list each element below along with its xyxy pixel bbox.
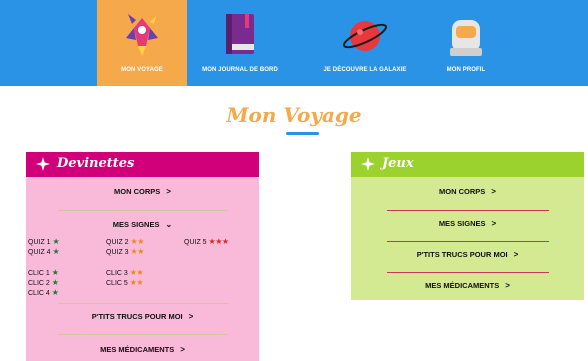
- devinettes-medicaments[interactable]: MES MÉDICAMENTS >: [26, 345, 259, 354]
- nav-label: MON PROFIL: [446, 67, 486, 73]
- divider: [387, 241, 549, 242]
- star-icon: ★★: [129, 268, 144, 277]
- nav-label: JE DÉCOUVRE LA GALAXIE: [323, 67, 407, 73]
- clic-item[interactable]: CLIC 1 ★: [28, 268, 59, 277]
- sparkle-icon: [36, 157, 50, 171]
- jeux-header: Jeux: [351, 152, 584, 177]
- quiz-item[interactable]: QUIZ 5 ★★★: [184, 237, 229, 246]
- planet-icon: [343, 21, 387, 51]
- row-label: MES SIGNES: [438, 219, 486, 228]
- chevron-right-icon: >: [513, 250, 519, 259]
- star-icon: ★: [51, 288, 59, 297]
- divider: [387, 210, 549, 211]
- star-icon: ★★★: [208, 237, 230, 246]
- chevron-right-icon: >: [491, 219, 497, 228]
- chevron-right-icon: >: [505, 281, 510, 290]
- nav-item-mon-voyage[interactable]: MON VOYAGE: [97, 0, 187, 86]
- quiz-item[interactable]: QUIZ 2 ★★: [106, 237, 144, 246]
- star-icon: ★★: [129, 278, 144, 287]
- nav-label: MON VOYAGE: [121, 67, 163, 73]
- divider: [387, 272, 549, 273]
- chevron-right-icon: >: [491, 187, 496, 196]
- row-label: P'TITS TRUCS POUR MOI: [416, 250, 508, 259]
- row-label: P'TITS TRUCS POUR MOI: [91, 312, 183, 321]
- star-icon: ★: [52, 237, 60, 246]
- chevron-right-icon: >: [166, 187, 171, 196]
- row-label: MON CORPS: [439, 187, 486, 196]
- jeux-mon-corps[interactable]: MON CORPS >: [351, 187, 584, 196]
- chevron-right-icon: >: [180, 345, 185, 354]
- devinettes-panel: Devinettes MON CORPS > MES SIGNES ⌄ QUIZ 1…: [26, 152, 259, 361]
- book-icon: [226, 14, 254, 54]
- quiz-item[interactable]: QUIZ 4 ★: [28, 247, 60, 256]
- astronaut-helmet-icon: [450, 20, 482, 56]
- divider: [58, 334, 228, 335]
- rocket-icon: [126, 14, 158, 56]
- devinettes-mes-signes[interactable]: MES SIGNES ⌄: [26, 220, 259, 229]
- row-label: MON CORPS: [114, 187, 161, 196]
- nav-item-galaxie[interactable]: JE DÉCOUVRE LA GALAXIE: [320, 0, 410, 86]
- nav-item-journal[interactable]: MON JOURNAL DE BORD: [195, 0, 285, 86]
- devinettes-header: Devinettes: [26, 152, 259, 177]
- jeux-panel: Jeux MON CORPS > MES SIGNES > P'TITS TRUCS…: [351, 152, 584, 300]
- star-icon: ★: [51, 278, 59, 287]
- chevron-right-icon: >: [188, 312, 194, 321]
- jeux-trucs[interactable]: P'TITS TRUCS POUR MOI >: [351, 250, 584, 259]
- nav-label: MON JOURNAL DE BORD: [202, 67, 278, 73]
- jeux-medicaments[interactable]: MES MÉDICAMENTS >: [351, 281, 584, 290]
- chevron-down-icon: ⌄: [165, 220, 173, 229]
- clic-item[interactable]: CLIC 3 ★★: [106, 268, 144, 277]
- row-label: MES MÉDICAMENTS: [100, 345, 175, 354]
- star-icon: ★: [52, 247, 60, 256]
- quiz-item[interactable]: QUIZ 3 ★★: [106, 247, 144, 256]
- star-icon: ★: [51, 268, 59, 277]
- sparkle-icon: [361, 157, 375, 171]
- jeux-mes-signes[interactable]: MES SIGNES >: [351, 219, 584, 228]
- nav-item-profil[interactable]: MON PROFIL: [421, 0, 511, 86]
- row-label: MES SIGNES: [112, 220, 160, 229]
- page-title: Mon Voyage: [226, 103, 362, 127]
- devinettes-mon-corps[interactable]: MON CORPS >: [26, 187, 259, 196]
- star-icon: ★★: [130, 247, 145, 256]
- clic-item[interactable]: CLIC 2 ★: [28, 278, 59, 287]
- quiz-item[interactable]: QUIZ 1 ★: [28, 237, 60, 246]
- star-icon: ★★: [130, 237, 145, 246]
- divider: [58, 210, 228, 211]
- divider: [58, 303, 228, 304]
- row-label: MES MÉDICAMENTS: [425, 281, 500, 290]
- devinettes-trucs[interactable]: P'TITS TRUCS POUR MOI >: [26, 312, 259, 321]
- title-underline: [286, 132, 319, 135]
- clic-item[interactable]: CLIC 5 ★★: [106, 278, 144, 287]
- jeux-title: Jeux: [382, 156, 414, 171]
- top-nav: MON VOYAGE MON JOURNAL DE BORD JE DÉCOUV…: [0, 0, 588, 86]
- clic-item[interactable]: CLIC 4 ★: [28, 288, 59, 297]
- devinettes-title: Devinettes: [57, 156, 135, 171]
